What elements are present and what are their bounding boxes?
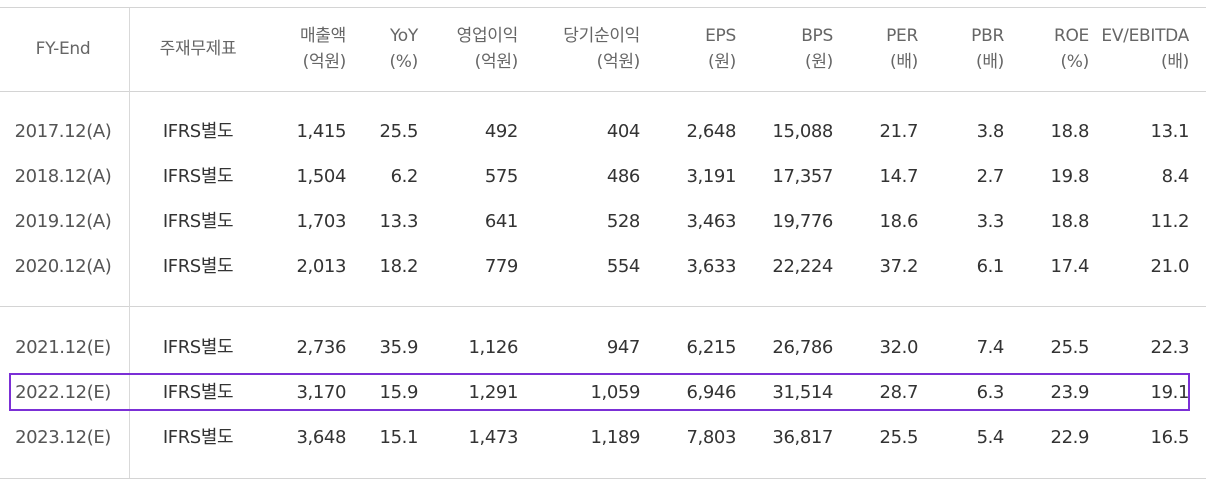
header-eps-unit: (원) [707, 52, 736, 72]
cell-yoy: 18.2 [379, 256, 419, 277]
cell-roe: 25.5 [1050, 337, 1090, 358]
cell-eps: 6,215 [686, 337, 736, 358]
cell-eps: 2,648 [686, 121, 736, 142]
cell-operating-profit: 492 [484, 121, 519, 142]
cell-eps: 3,463 [686, 211, 736, 232]
cell-ev-ebitda: 22.3 [1150, 337, 1190, 358]
cell-ev-ebitda: 8.4 [1161, 166, 1190, 187]
cell-eps: 7,803 [686, 427, 736, 448]
cell-operating-profit: 1,126 [468, 337, 518, 358]
header-ev-ebitda-label: EV/EBITDA [1101, 26, 1189, 46]
header-eps: EPS (원) [626, 23, 736, 75]
cell-roe: 19.8 [1050, 166, 1090, 187]
cell-net-income: 1,189 [590, 427, 640, 448]
cell-roe: 17.4 [1050, 256, 1090, 277]
cell-net-income: 554 [606, 256, 641, 277]
cell-operating-profit: 575 [484, 166, 519, 187]
header-roe-label: ROE [1053, 26, 1089, 46]
cell-eps: 3,633 [686, 256, 736, 277]
table-bottom-border [0, 478, 1206, 479]
highlighted-row-outline [9, 373, 1190, 411]
header-roe: ROE (%) [979, 23, 1089, 75]
header-net-income: 당기순이익 (억원) [530, 23, 640, 75]
table-top-border [0, 7, 1206, 8]
cell-fy-end: 2021.12(E) [15, 337, 111, 358]
header-net-income-unit: (억원) [596, 52, 641, 72]
cell-roe: 22.9 [1050, 427, 1090, 448]
header-yoy-label: YoY [389, 26, 418, 46]
header-operating-profit: 영업이익 (억원) [408, 23, 519, 75]
header-fy-end-label: FY-End [35, 39, 91, 59]
cell-roe: 18.8 [1050, 121, 1090, 142]
cell-yoy: 13.3 [379, 211, 419, 232]
cell-operating-profit: 1,473 [468, 427, 518, 448]
header-eps-label: EPS [705, 26, 736, 46]
header-ev-ebitda: EV/EBITDA (배) [1079, 23, 1189, 75]
header-operating-profit-label: 영업이익 [456, 26, 519, 46]
header-operating-profit-unit: (억원) [474, 52, 519, 72]
cell-fy-end: 2023.12(E) [15, 427, 111, 448]
group-divider [0, 306, 1206, 307]
cell-fy-end: 2018.12(A) [14, 166, 112, 187]
cell-ev-ebitda: 13.1 [1150, 121, 1190, 142]
header-yoy-unit: (%) [389, 52, 418, 72]
header-net-income-label: 당기순이익 [563, 26, 640, 46]
cell-fy-end: 2020.12(A) [14, 256, 112, 277]
cell-ev-ebitda: 21.0 [1150, 256, 1190, 277]
cell-roe: 18.8 [1050, 211, 1090, 232]
cell-eps: 3,191 [686, 166, 736, 187]
cell-net-income: 528 [606, 211, 641, 232]
cell-yoy: 6.2 [390, 166, 419, 187]
cell-yoy: 25.5 [379, 121, 419, 142]
header-bottom-border [0, 91, 1206, 92]
header-yoy: YoY (%) [308, 23, 418, 75]
cell-yoy: 15.1 [379, 427, 419, 448]
cell-net-income: 486 [606, 166, 641, 187]
header-roe-unit: (%) [1060, 52, 1089, 72]
cell-operating-profit: 779 [484, 256, 519, 277]
header-fy-end: FY-End [3, 36, 123, 62]
cell-yoy: 35.9 [379, 337, 419, 358]
cell-fy-end: 2019.12(A) [14, 211, 112, 232]
cell-net-income: 947 [606, 337, 641, 358]
cell-ev-ebitda: 11.2 [1150, 211, 1190, 232]
cell-ev-ebitda: 16.5 [1150, 427, 1190, 448]
cell-net-income: 404 [606, 121, 641, 142]
cell-operating-profit: 641 [484, 211, 519, 232]
cell-fy-end: 2017.12(A) [14, 121, 112, 142]
header-ev-ebitda-unit: (배) [1160, 52, 1189, 72]
